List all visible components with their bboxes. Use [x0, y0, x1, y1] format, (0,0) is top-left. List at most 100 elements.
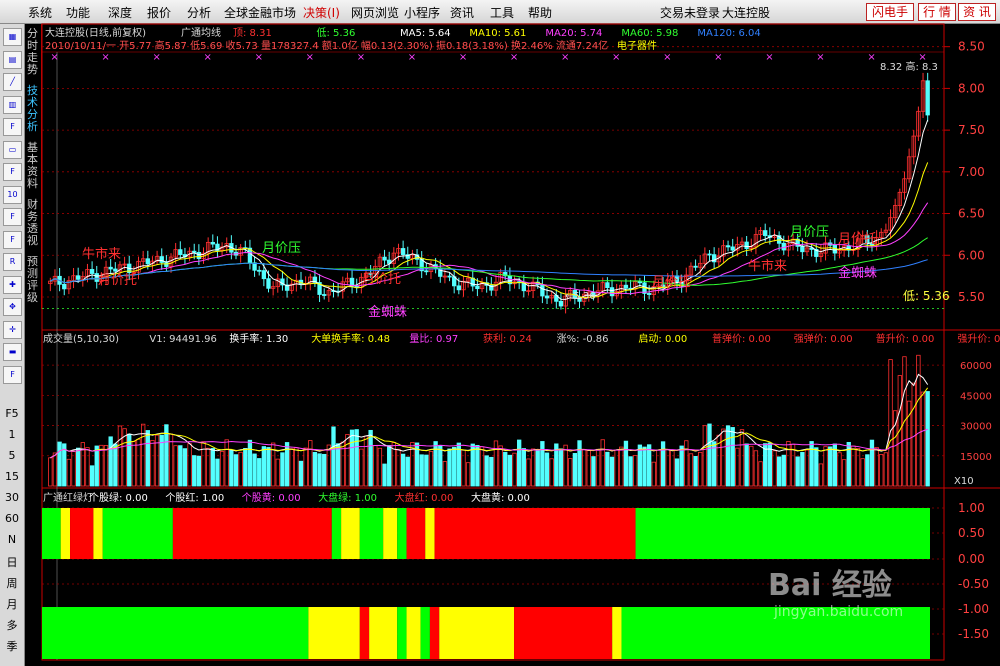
- light-tick-label: 1.00: [958, 501, 985, 515]
- price-tick-label: 7.00: [958, 165, 985, 179]
- volume-tick-label: 30000: [960, 422, 992, 433]
- volume-bar: [377, 447, 383, 487]
- volume-bar: [178, 445, 183, 487]
- volume-bar: [447, 448, 452, 487]
- signal-marker: ×: [867, 52, 875, 63]
- volume-bar: [600, 439, 605, 487]
- price-annotation-0: 牛市来: [82, 246, 121, 262]
- volume-bar: [66, 458, 72, 487]
- volume-bar: [317, 453, 322, 487]
- volume-bar: [363, 435, 369, 487]
- candle-body: [544, 295, 550, 299]
- stock-chart[interactable]: 8.50 8.00 7.50 7.00 6.50 6.00 5.50 大连控股(日线,前复权)…: [0, 0, 1000, 666]
- volume-bar: [507, 454, 513, 487]
- volume-bar: [572, 453, 578, 487]
- volume-bar: [628, 456, 633, 487]
- price-tick-label: 7.50: [958, 123, 985, 137]
- volume-tick-label: 15000: [960, 452, 992, 463]
- header-item-8: MA120: 6.04: [697, 28, 760, 39]
- volume-bar: [595, 448, 601, 487]
- volume-bar: [493, 440, 499, 487]
- light-top-segment: [383, 508, 398, 559]
- volume-bar: [730, 427, 735, 487]
- volume-bar: [210, 448, 215, 487]
- volume-bar: [698, 451, 703, 487]
- volume-bar: [308, 440, 313, 487]
- volume-bar: [637, 444, 643, 487]
- header-item-6: MA20: 5.74: [545, 28, 602, 39]
- volume-bar: [540, 441, 545, 487]
- volume-bar: [674, 458, 680, 487]
- volume-bar: [48, 457, 53, 487]
- volume-bar: [758, 461, 763, 487]
- header-quote-line: 2010/10/11/一 开5.77 高5.87 低5.69 收5.73 量17…: [45, 39, 608, 52]
- volume-bar: [623, 440, 629, 487]
- light-top-segment: [331, 508, 342, 559]
- volume-bar: [94, 445, 99, 487]
- volume-bar: [855, 448, 861, 487]
- light-bottom-segment: [439, 607, 515, 659]
- volume-bar: [920, 391, 926, 487]
- volume-bar: [335, 443, 341, 487]
- light-tick-label: 0.50: [958, 526, 985, 540]
- volume-bar: [280, 452, 285, 487]
- header-sector: 电子器件: [617, 39, 657, 52]
- candle-body: [113, 268, 118, 272]
- volume-bar: [609, 456, 615, 487]
- volume-bar: [763, 443, 768, 487]
- low-marker: ←5.36: [565, 291, 596, 302]
- volume-bar: [289, 448, 294, 487]
- volume-bar: [786, 441, 791, 487]
- light-header-3: 个股黄: 0.00: [242, 491, 301, 504]
- header-item-4: MA5: 5.64: [400, 28, 451, 39]
- volume-bar: [368, 429, 373, 487]
- volume-bar: [229, 449, 234, 487]
- volume-bar: [721, 428, 726, 487]
- volume-bar: [814, 447, 819, 487]
- candle-body: [424, 270, 429, 273]
- light-header-0: 广通红绿灯: [43, 491, 93, 504]
- volume-header-3: 大单换手率: 0.48: [311, 332, 390, 345]
- volume-bar: [233, 454, 239, 487]
- price-tick-label: 6.00: [958, 248, 985, 262]
- header-item-1: 广通均线: [181, 26, 221, 39]
- volume-bar: [349, 429, 355, 487]
- volume-header-5: 获利: 0.24: [483, 333, 532, 345]
- volume-bar: [503, 451, 508, 487]
- signal-marker: ×: [204, 52, 212, 63]
- light-bottom-segment: [406, 607, 421, 659]
- volume-bar: [809, 441, 814, 487]
- volume-bar: [693, 455, 698, 487]
- candle-body: [257, 269, 262, 272]
- signal-marker: ×: [50, 52, 58, 63]
- candle-body: [210, 241, 215, 245]
- light-top-segment: [406, 508, 426, 559]
- light-tick-label: 0.00: [958, 552, 985, 566]
- volume-tick-label: 60000: [960, 361, 992, 372]
- price-annotation-4: 金蜘蛛: [368, 304, 407, 320]
- volume-bar: [215, 458, 220, 487]
- volume-bar: [549, 458, 554, 487]
- light-bottom-segment: [420, 607, 430, 659]
- volume-bar: [568, 458, 573, 487]
- low-label: 低: 5.36: [903, 289, 950, 303]
- signal-marker: ×: [306, 52, 314, 63]
- volume-bar: [735, 447, 740, 487]
- volume-bar: [818, 463, 824, 487]
- volume-bar: [373, 445, 378, 487]
- volume-bar: [359, 448, 364, 487]
- volume-bar: [150, 440, 155, 487]
- volume-bar: [776, 456, 782, 487]
- candle-body: [925, 80, 930, 116]
- price-tick-label: 8.00: [958, 81, 985, 95]
- volume-bar: [851, 445, 856, 487]
- price-annotation-6: 牛市来: [748, 258, 787, 274]
- light-top-segment: [60, 508, 71, 559]
- light-top-segment: [341, 508, 360, 559]
- volume-bar: [521, 448, 526, 487]
- volume-bar: [823, 446, 828, 487]
- candle-body: [178, 249, 183, 255]
- signal-marker: ×: [714, 52, 722, 63]
- candle-body: [456, 285, 461, 291]
- volume-bar: [837, 452, 842, 487]
